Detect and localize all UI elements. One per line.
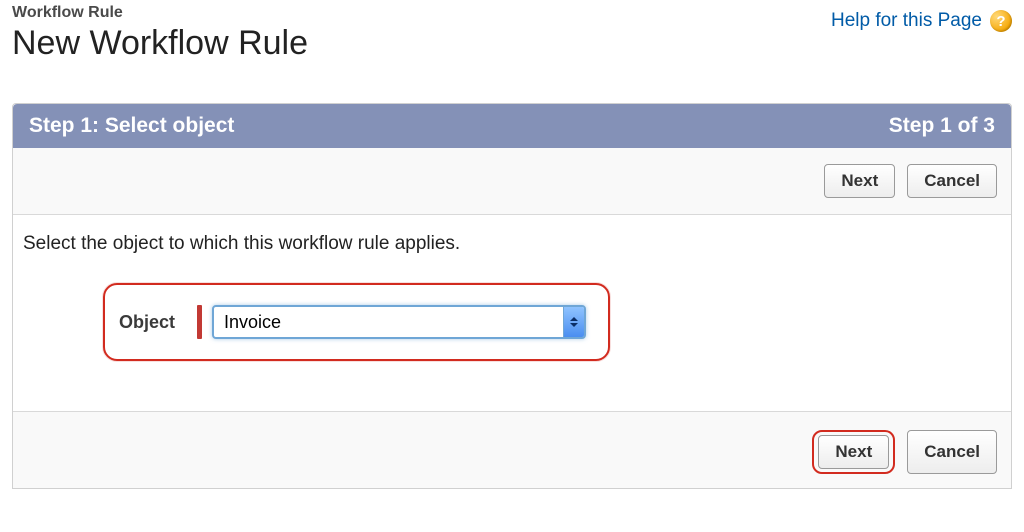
title-block: Workflow Rule New Workflow Rule	[12, 4, 831, 63]
wizard-panel: Step 1: Select object Step 1 of 3 Next C…	[12, 103, 1012, 489]
top-button-row: Next Cancel	[13, 148, 1011, 215]
eyebrow-text: Workflow Rule	[12, 4, 831, 22]
object-row: Object Invoice	[13, 263, 1011, 411]
updown-icon	[563, 307, 584, 337]
required-indicator	[197, 305, 202, 339]
instruction-text: Select the object to which this workflow…	[13, 215, 1011, 263]
object-select-value: Invoice	[214, 307, 563, 337]
object-select-wrap: Invoice	[197, 305, 586, 339]
step-header-left: Step 1: Select object	[29, 114, 234, 138]
help-block: Help for this Page ?	[831, 4, 1012, 32]
page-header: Workflow Rule New Workflow Rule Help for…	[12, 4, 1012, 63]
cancel-button-top[interactable]: Cancel	[907, 164, 997, 198]
step-header: Step 1: Select object Step 1 of 3	[13, 104, 1011, 148]
step-header-right: Step 1 of 3	[889, 114, 995, 138]
object-select[interactable]: Invoice	[212, 305, 586, 339]
next-highlight: Next	[812, 430, 895, 474]
next-button-bottom[interactable]: Next	[818, 435, 889, 469]
page-root: Workflow Rule New Workflow Rule Help for…	[0, 0, 1024, 519]
help-link[interactable]: Help for this Page	[831, 10, 982, 32]
cancel-button-bottom[interactable]: Cancel	[907, 430, 997, 474]
page-title: New Workflow Rule	[12, 24, 831, 63]
next-button-top[interactable]: Next	[824, 164, 895, 198]
help-icon[interactable]: ?	[990, 10, 1012, 32]
bottom-button-row: Next Cancel	[13, 411, 1011, 488]
object-label: Object	[119, 312, 175, 333]
object-highlight: Object Invoice	[103, 283, 610, 361]
